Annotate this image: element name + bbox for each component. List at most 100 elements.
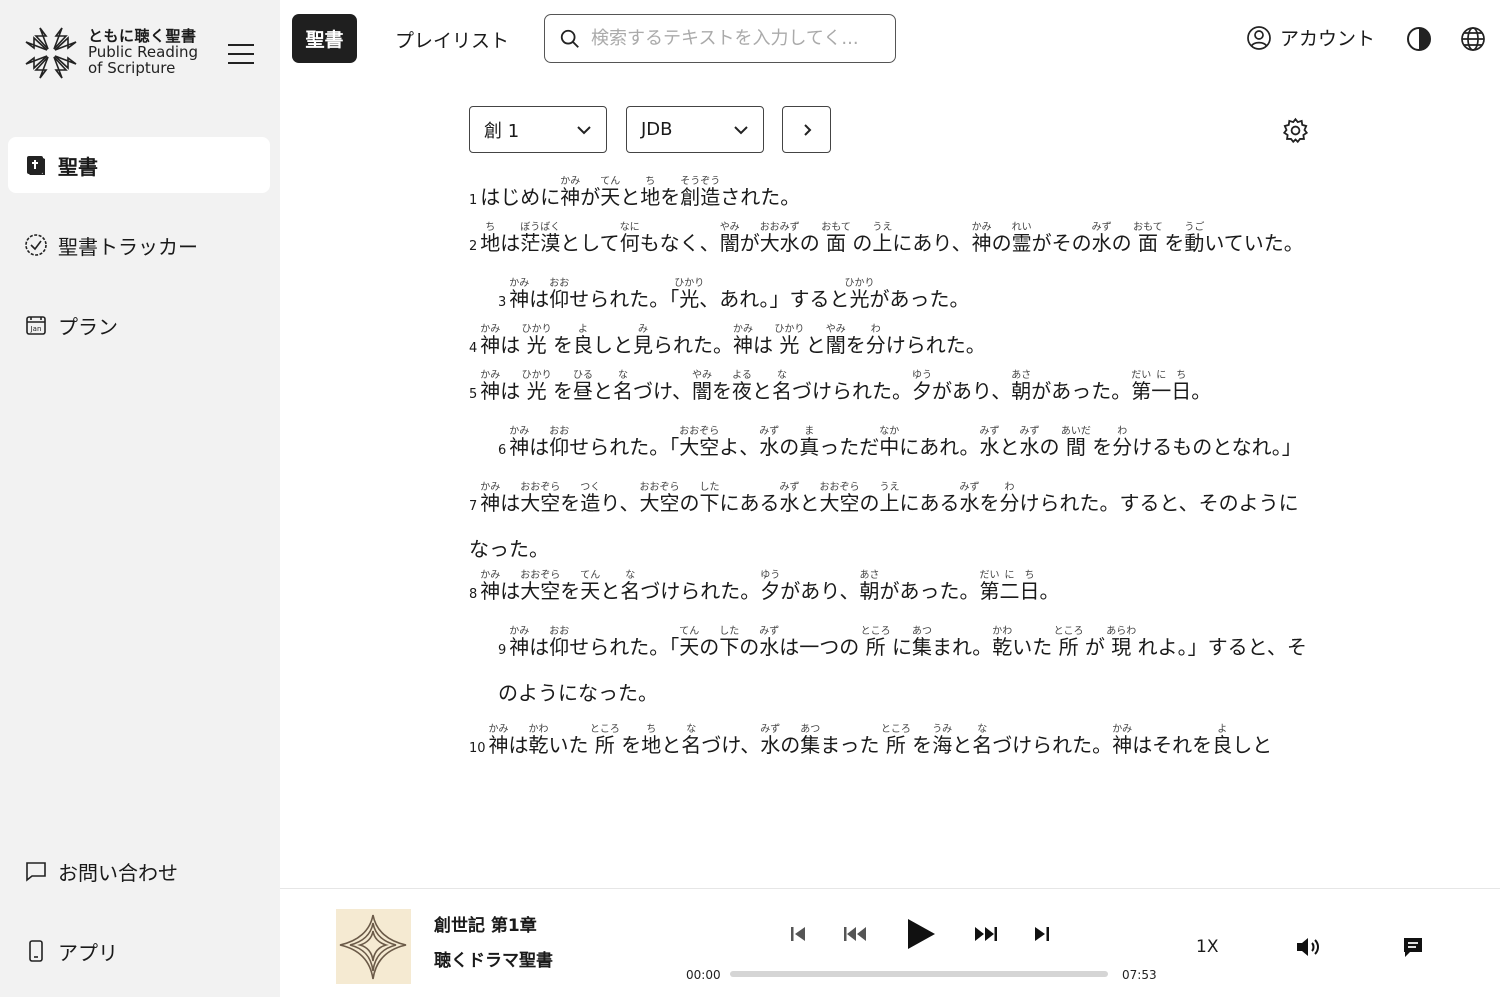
ruby-word: 上うえ — [872, 222, 893, 255]
next-chapter-button[interactable] — [782, 106, 831, 153]
ruby-word: 水みず — [979, 426, 1000, 459]
ruby-word: 良よ — [573, 324, 593, 357]
skip-previous-icon[interactable] — [790, 925, 806, 943]
ruby-word: 二日にち — [999, 570, 1040, 603]
skip-next-icon[interactable] — [1034, 925, 1050, 943]
sidebar-item-tracker[interactable]: 聖書トラッカー — [8, 217, 270, 273]
ruby-word: 名な — [613, 370, 633, 403]
ruby-word: 茫漠ぼうばく — [520, 222, 561, 255]
verse-8: 8 神かみは大空おおぞらを天てんと名なづけられた。夕ゆうがあり、朝あさがあった。第… — [469, 570, 1060, 603]
ruby-word: 神かみ — [480, 570, 501, 603]
volume-icon[interactable] — [1295, 936, 1321, 958]
fast-forward-icon[interactable] — [974, 925, 998, 943]
account-button[interactable]: アカウント — [1246, 24, 1375, 51]
ruby-word: 現あらわ — [1106, 626, 1137, 659]
sidebar-item-label: 聖書トラッカー — [58, 234, 198, 259]
scripture-text: 1 はじめに神かみが天てんと地ちを創造そうぞうされた。 2 地ちは茫漠ぼうばくとして何… — [469, 176, 1311, 888]
chat-icon — [26, 862, 46, 882]
globe-icon[interactable] — [1459, 25, 1487, 53]
current-time: 00:00 — [686, 968, 721, 982]
sidebar-item-contact[interactable]: お問い合わせ — [8, 843, 270, 899]
hamburger-menu-icon[interactable] — [228, 44, 254, 66]
rewind-icon[interactable] — [843, 925, 867, 943]
check-circle-icon — [25, 234, 47, 256]
search-box[interactable] — [544, 14, 896, 63]
progress-bar[interactable] — [730, 971, 1108, 977]
search-input[interactable] — [591, 28, 876, 49]
ruby-word: 夕ゆう — [760, 570, 781, 603]
ruby-word: 中なか — [879, 426, 900, 459]
ruby-word: 間あいだ — [1060, 426, 1091, 459]
ruby-word: 神かみ — [560, 176, 581, 209]
ruby-word: 夜よる — [732, 370, 752, 403]
ruby-word: 天てん — [679, 626, 700, 659]
ruby-word: 名な — [681, 724, 702, 757]
ruby-word: 第だい — [1131, 370, 1152, 403]
search-icon — [560, 29, 579, 48]
ruby-word: 神かみ — [480, 370, 501, 403]
ruby-word: 下した — [699, 482, 720, 515]
sidebar-item-bible[interactable]: 聖書 — [8, 137, 270, 193]
ruby-word: 大空おおぞら — [639, 482, 680, 515]
ruby-word: 良よ — [1212, 724, 1233, 757]
logo-title-en-2: of Scripture — [88, 58, 176, 77]
bible-icon — [27, 156, 45, 175]
ruby-word: 神かみ — [1112, 724, 1133, 757]
play-icon[interactable] — [905, 917, 937, 951]
ruby-word: 水みず — [1019, 426, 1040, 459]
contrast-toggle-icon[interactable] — [1405, 25, 1433, 53]
album-cover-image — [336, 909, 411, 984]
logo[interactable]: ともに聴く聖書 Public Reading of Scripture — [20, 22, 198, 84]
ruby-word: 神かみ — [488, 724, 509, 757]
ruby-word: 上うえ — [879, 482, 900, 515]
verse-4: 4 神かみは 光ひかり を良よしと見みられた。神かみは 光ひかり と闇やみを分わけ… — [469, 324, 986, 357]
tab-bible[interactable]: 聖書 — [292, 14, 357, 63]
sidebar-item-label: アプリ — [58, 940, 118, 965]
ruby-word: 分わ — [1112, 426, 1133, 459]
ruby-word: 天てん — [580, 570, 601, 603]
ruby-word: 第だい — [979, 570, 1000, 603]
sidebar-item-plan[interactable]: Jan プラン — [8, 297, 270, 353]
sidebar-item-app[interactable]: アプリ — [8, 923, 270, 979]
phone-icon — [29, 940, 43, 962]
calendar-icon: Jan — [26, 316, 46, 335]
verse-number: 10 — [469, 741, 486, 756]
sidebar: ともに聴く聖書 Public Reading of Scripture 聖書 聖… — [0, 0, 280, 997]
ruby-word: 集あつ — [800, 724, 821, 757]
ruby-word: 天てん — [600, 176, 621, 209]
ruby-word: 神かみ — [480, 324, 501, 357]
playback-speed-button[interactable]: 1X — [1196, 937, 1218, 957]
user-circle-icon — [1247, 25, 1271, 50]
verse-1: 1 はじめに神かみが天てんと地ちを創造そうぞうされた。 — [469, 176, 801, 209]
tab-playlist[interactable]: プレイリスト — [395, 26, 509, 53]
ruby-word: 水みず — [759, 426, 780, 459]
ruby-word: 仰おお — [549, 426, 570, 459]
version-select[interactable]: JDB — [626, 106, 764, 153]
ruby-word: 何なに — [619, 222, 640, 255]
ruby-word: 光ひかり — [521, 324, 552, 357]
transcript-icon[interactable] — [1402, 936, 1424, 958]
verse-number: 2 — [469, 239, 478, 254]
verse-2: 2 地ちは茫漠ぼうばくとして何なにもなく、闇やみが大水おおみずの 面おもて の上う… — [469, 222, 1304, 255]
verse-number: 3 — [498, 295, 507, 310]
ruby-word: 分わ — [865, 324, 886, 357]
verse-9: 9 神かみは仰おおせられた。「天てんの下したの水みずは一つの 所ところ に集あつま… — [498, 626, 1307, 705]
settings-gear-icon[interactable] — [1282, 117, 1309, 144]
ruby-word: 朝あさ — [859, 570, 880, 603]
ruby-word: 乾かわ — [528, 724, 549, 757]
ruby-word: 名な — [972, 724, 993, 757]
verse-3: 3 神かみは仰おおせられた。「光ひかり、あれ。」すると光ひかりがあった。 — [498, 278, 970, 311]
track-title: 創世記 第1章 — [434, 916, 537, 936]
ruby-word: 水みず — [959, 482, 980, 515]
chevron-down-icon — [734, 125, 748, 134]
ruby-word: 所ところ — [860, 626, 891, 659]
chapter-select[interactable]: 創 1 — [469, 106, 607, 153]
ruby-word: 名な — [772, 370, 792, 403]
verse-number: 6 — [498, 443, 507, 458]
duration: 07:53 — [1122, 968, 1157, 982]
ruby-word: 大空おおぞら — [819, 482, 860, 515]
ruby-word: 所ところ — [1053, 626, 1084, 659]
logo-icon — [25, 27, 77, 79]
ruby-word: 昼ひる — [573, 370, 593, 403]
ruby-word: 名な — [620, 570, 641, 603]
